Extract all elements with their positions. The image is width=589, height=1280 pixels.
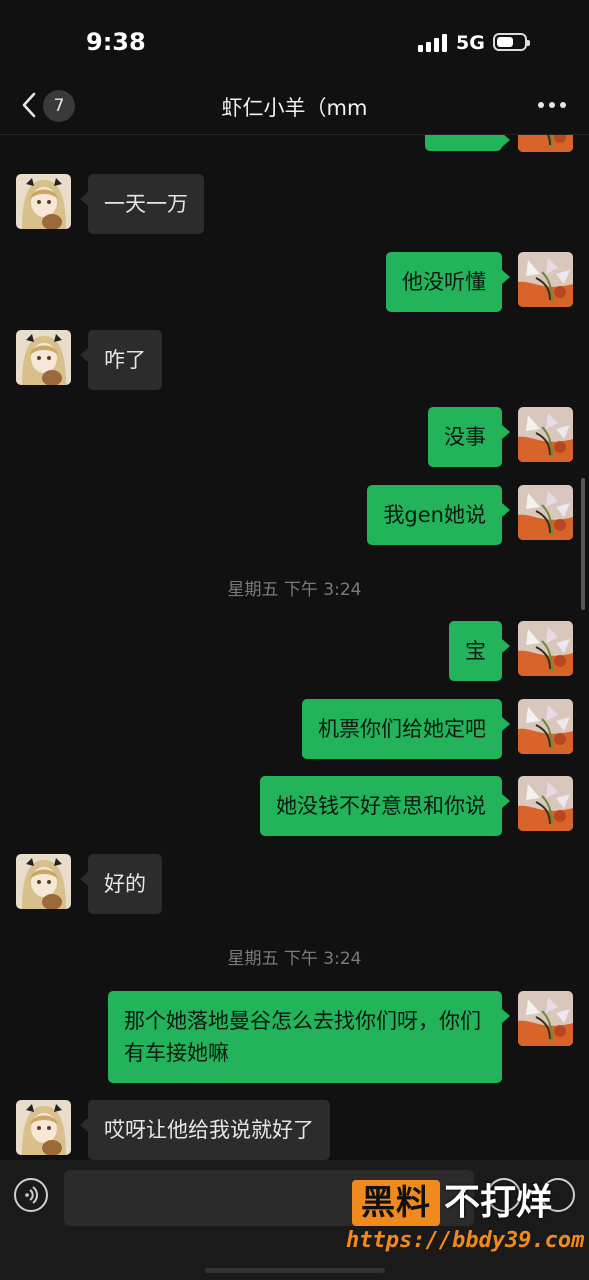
message-bubble[interactable]: 他没听懂 bbox=[386, 252, 510, 312]
timestamp: 星期五 下午 3:24 bbox=[227, 580, 362, 600]
chevron-left-icon[interactable] bbox=[18, 90, 42, 120]
avatar[interactable] bbox=[16, 854, 71, 909]
status-bar: 9:38 5G bbox=[0, 0, 589, 80]
message-bubble[interactable]: 一天一万 bbox=[80, 174, 204, 234]
message-bubble-partial bbox=[425, 135, 510, 151]
avatar[interactable] bbox=[16, 1100, 71, 1155]
avatar[interactable] bbox=[518, 407, 573, 462]
scrollbar[interactable] bbox=[581, 478, 585, 610]
avatar[interactable] bbox=[16, 330, 71, 385]
watermark-text: 不打烊 bbox=[444, 1182, 553, 1223]
message-bubble[interactable]: 没事 bbox=[428, 407, 510, 467]
chat-title: 虾仁小羊（mm bbox=[221, 96, 368, 120]
message-bubble[interactable]: 机票你们给她定吧 bbox=[302, 699, 510, 759]
message-bubble[interactable]: 她没钱不好意思和你说 bbox=[260, 776, 510, 836]
avatar[interactable] bbox=[518, 991, 573, 1046]
message-bubble[interactable]: 哎呀让他给我说就好了 bbox=[80, 1100, 330, 1160]
message-bubble[interactable]: 那个她落地曼谷怎么去找你们呀，你们有车接她嘛 bbox=[108, 991, 510, 1083]
voice-icon[interactable] bbox=[14, 1178, 48, 1212]
more-dots-icon[interactable] bbox=[538, 102, 568, 110]
avatar[interactable] bbox=[518, 252, 573, 307]
avatar[interactable] bbox=[518, 776, 573, 831]
status-time: 9:38 bbox=[86, 28, 146, 56]
message-bubble[interactable]: 咋了 bbox=[80, 330, 162, 390]
message-bubble[interactable]: 我gen她说 bbox=[367, 485, 510, 545]
message-list[interactable]: 一天一万 他没听懂 咋了 没事 我gen她说 星期五 下午 3:24 宝 机票你… bbox=[0, 135, 589, 1160]
watermark-url: https://bbdy39.com bbox=[346, 1228, 585, 1253]
avatar[interactable] bbox=[518, 135, 573, 152]
timestamp: 星期五 下午 3:24 bbox=[227, 949, 362, 969]
signal-icon bbox=[418, 34, 448, 52]
home-indicator bbox=[205, 1268, 385, 1273]
network-type: 5G bbox=[456, 32, 485, 54]
avatar[interactable] bbox=[518, 485, 573, 540]
avatar[interactable] bbox=[16, 174, 71, 229]
chat-header: 7 虾仁小羊（mm bbox=[0, 80, 589, 135]
message-bubble[interactable]: 好的 bbox=[80, 854, 162, 914]
battery-icon bbox=[493, 33, 530, 51]
unread-count-badge[interactable]: 7 bbox=[43, 90, 75, 122]
message-bubble[interactable]: 宝 bbox=[449, 621, 510, 681]
avatar[interactable] bbox=[518, 699, 573, 754]
watermark-logo: 黑料 bbox=[352, 1180, 440, 1226]
input-bar: 黑料 不打烊 https://bbdy39.com bbox=[0, 1160, 589, 1280]
avatar[interactable] bbox=[518, 621, 573, 676]
